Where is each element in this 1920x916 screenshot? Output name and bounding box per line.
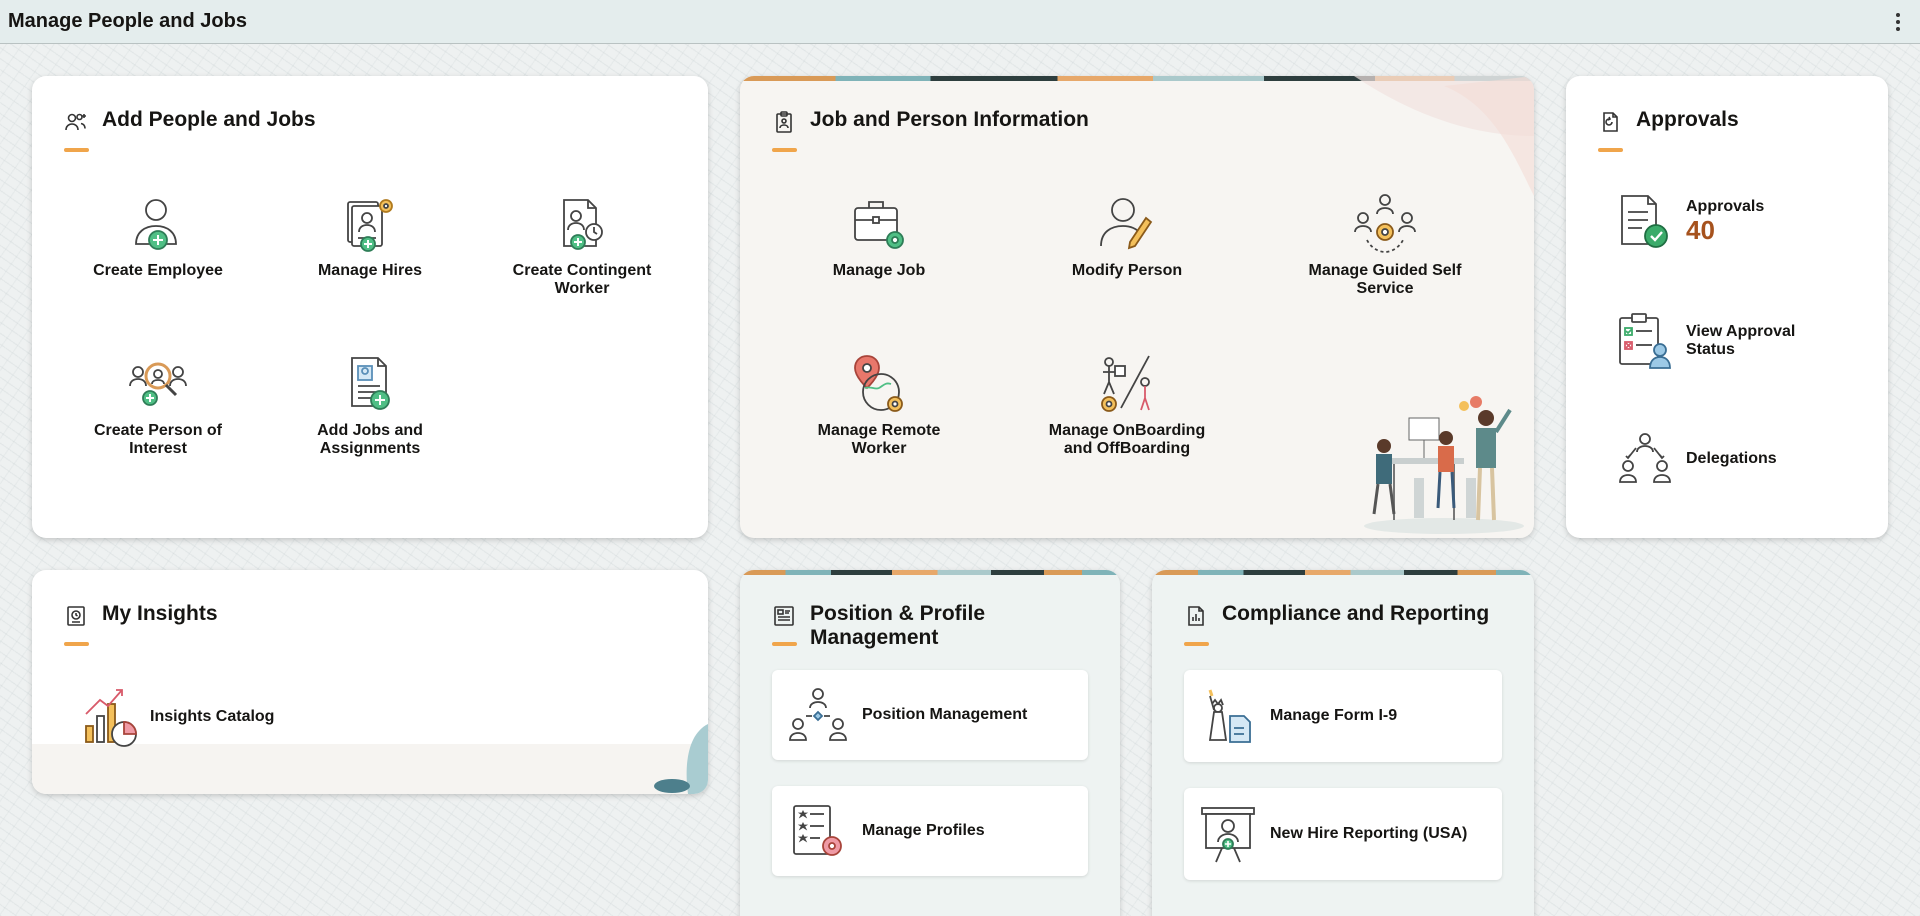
org-board-icon (774, 606, 794, 626)
report-chart-icon (1188, 606, 1204, 626)
remote-worker-icon (854, 355, 903, 412)
approvals-count: 40 (1686, 215, 1715, 245)
manage-form-i9-item[interactable]: Manage Form I-9 (1184, 670, 1502, 762)
tile-guided-self-service[interactable]: Manage Guided Self Service (1295, 192, 1475, 298)
title-accent (1184, 642, 1209, 646)
tile-manage-hires[interactable]: Manage Hires (280, 192, 460, 280)
title-accent (64, 148, 89, 152)
approvals-document-icon (1621, 195, 1668, 248)
contingent-worker-icon (563, 199, 603, 250)
person-of-interest-icon (129, 362, 187, 406)
tile-create-employee[interactable]: Create Employee (68, 192, 248, 280)
card-title: Add People and Jobs (102, 108, 316, 131)
people-add-icon (65, 113, 86, 131)
tile-create-person-of-interest[interactable]: Create Person of Interest (68, 352, 248, 458)
decorative-shape (654, 724, 708, 794)
insights-footer-band (32, 744, 708, 794)
statue-liberty-form-icon (1208, 689, 1251, 743)
onboarding-icon (1101, 355, 1150, 412)
card-title: Job and Person Information (810, 108, 1089, 131)
job-person-info-card: Job and Person Information Manage Job Mo… (740, 76, 1534, 538)
tile-add-jobs-assignments[interactable]: Add Jobs and Assignments (280, 352, 460, 458)
approvals-card: Approvals Approvals 40 View Approval Sta… (1566, 76, 1888, 538)
create-employee-icon (135, 199, 177, 250)
view-approval-status-item[interactable]: View Approval Status (1616, 312, 1806, 370)
new-hire-reporting-item[interactable]: New Hire Reporting (USA) (1184, 788, 1502, 880)
guided-self-service-icon (1354, 194, 1416, 253)
tile-modify-person[interactable]: Modify Person (1037, 192, 1217, 280)
title-accent (64, 642, 89, 646)
decorative-stripe (740, 570, 1120, 575)
kebab-menu-icon[interactable] (1884, 8, 1912, 36)
insights-chart-icon (85, 689, 137, 747)
briefcase-gear-icon (854, 201, 904, 249)
add-people-jobs-card: Add People and Jobs Create Employee Mana… (32, 76, 708, 538)
tile-manage-onboarding[interactable]: Manage OnBoarding and OffBoarding (1037, 352, 1217, 458)
delegations-icon (1619, 433, 1671, 483)
page-title: Manage People and Jobs (8, 10, 247, 32)
card-title: Compliance and Reporting (1222, 602, 1490, 625)
person-pencil-icon (1100, 198, 1153, 250)
page-header: Manage People and Jobs (0, 0, 1920, 44)
my-insights-card: My Insights Insights Catalog (32, 570, 708, 794)
tile-create-contingent-worker[interactable]: Create Contingent Worker (492, 192, 672, 298)
delegations-item[interactable]: Delegations (1616, 430, 1777, 488)
manage-hires-icon (347, 199, 393, 252)
card-title: Approvals (1636, 108, 1739, 131)
insights-catalog-item[interactable]: Insights Catalog (82, 686, 274, 748)
new-hire-board-icon (1201, 807, 1255, 863)
approvals-item[interactable]: Approvals 40 (1616, 192, 1764, 250)
title-accent (772, 642, 797, 646)
profile-checklist-icon (793, 805, 842, 856)
add-jobs-icon (351, 357, 390, 410)
title-accent (772, 148, 797, 152)
tile-manage-job[interactable]: Manage Job (789, 192, 969, 280)
manage-profiles-item[interactable]: Manage Profiles (772, 786, 1088, 876)
team-meeting-illustration (1364, 396, 1524, 534)
insights-badge-icon (67, 606, 85, 626)
compliance-reporting-card: Compliance and Reporting Manage Form I-9… (1152, 570, 1534, 916)
title-accent (1598, 148, 1623, 152)
document-refresh-icon (1603, 112, 1618, 132)
tile-manage-remote-worker[interactable]: Manage Remote Worker (789, 352, 969, 458)
position-management-item[interactable]: Position Management (772, 670, 1088, 760)
org-chart-icon (789, 688, 847, 741)
decorative-stripe (1152, 570, 1534, 575)
card-title: My Insights (102, 602, 218, 625)
approval-status-icon (1619, 313, 1671, 369)
clipboard-person-icon (776, 111, 792, 133)
card-title: Position & Profile Management (810, 602, 986, 649)
position-profile-card: Position & Profile Management Position M… (740, 570, 1120, 916)
